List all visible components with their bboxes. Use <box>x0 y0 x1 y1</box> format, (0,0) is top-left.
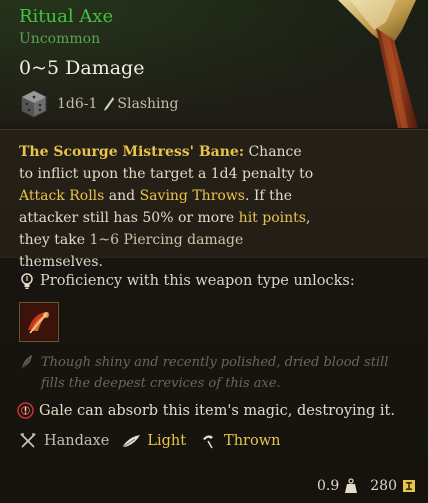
dice-row: 1d6-1 Slashing <box>19 89 179 119</box>
property-handaxe[interactable]: Handaxe <box>44 433 109 449</box>
damage-range: 0~5 Damage <box>19 57 145 79</box>
proficiency-label: Proficiency with this weapon type unlock… <box>40 273 355 289</box>
flavor-text: Though shiny and recently polished, drie… <box>41 355 389 391</box>
magic-absorb-icon <box>17 402 34 419</box>
item-rarity: Uncommon <box>19 31 101 47</box>
lightbulb-icon <box>21 273 33 289</box>
quill-icon <box>21 355 32 370</box>
keyword-saving-throws[interactable]: Saving Throws <box>140 188 245 204</box>
thrown-icon <box>203 435 214 449</box>
property-thrown[interactable]: Thrown <box>224 433 280 449</box>
absorb-text: Gale can absorb this item's magic, destr… <box>39 402 395 419</box>
absorb-row: Gale can absorb this item's magic, destr… <box>17 402 395 419</box>
weight-icon <box>345 478 358 493</box>
cleave-action-icon <box>21 304 57 340</box>
damage-type: Slashing <box>117 96 179 112</box>
item-name: Ritual Axe <box>19 6 114 27</box>
proficiency-action-button[interactable] <box>19 302 59 342</box>
feather-icon <box>123 435 141 448</box>
property-light[interactable]: Light <box>147 433 186 449</box>
gold-coin-icon <box>403 480 415 492</box>
item-footer: 0.9 280 <box>317 478 416 494</box>
passive-description: The Scourge Mistress' Bane: Chance to in… <box>19 144 314 270</box>
slashing-icon <box>104 97 115 111</box>
d6-dice-icon <box>21 90 47 118</box>
passive-name: The Scourge Mistress' Bane: <box>19 144 245 160</box>
damage-dice: 1d6-1 <box>57 96 98 112</box>
item-value: 280 <box>370 478 397 494</box>
item-tooltip: Ritual Axe Uncommon 0~5 Damage 1d6-1 Sla… <box>0 0 428 503</box>
item-art-axe <box>338 0 418 128</box>
item-weight: 0.9 <box>317 478 340 494</box>
piercing-damage: 1~6 Piercing damage <box>89 232 244 248</box>
keyword-hit-points[interactable]: hit points <box>239 210 306 226</box>
crossed-axes-icon <box>20 433 36 448</box>
proficiency-row: Proficiency with this weapon type unlock… <box>19 272 355 290</box>
weapon-properties: Handaxe Light Thrown <box>18 431 292 451</box>
flavor-row: Though shiny and recently polished, drie… <box>19 352 401 394</box>
keyword-attack-rolls[interactable]: Attack Rolls <box>19 188 104 204</box>
